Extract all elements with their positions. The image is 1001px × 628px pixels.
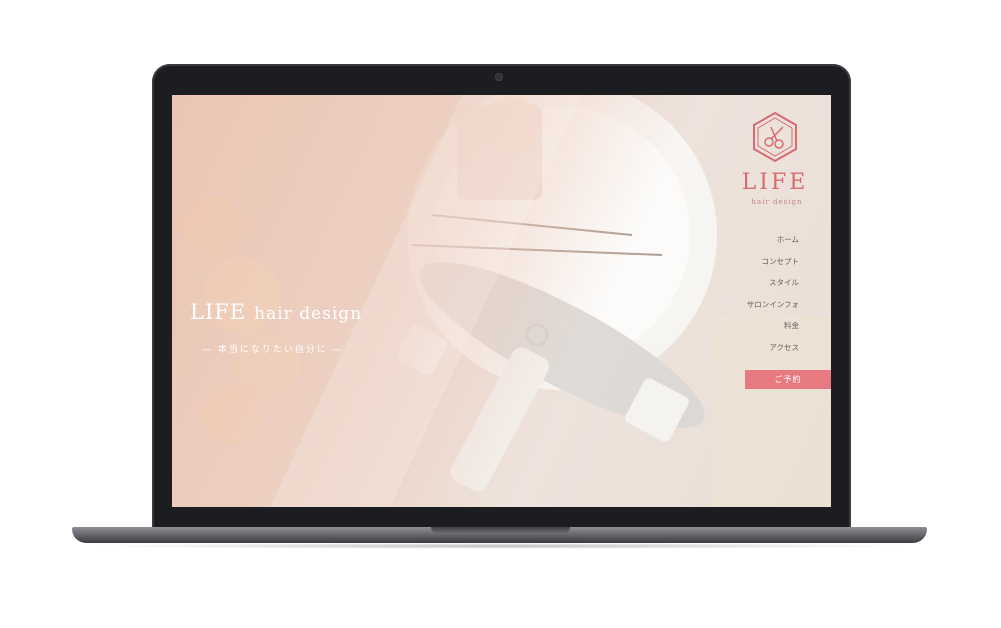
logo-tagline: hair design [751, 198, 803, 206]
nav-item-salon-info[interactable]: サロンインフォ [747, 294, 799, 316]
main-nav: ホーム コンセプト スタイル サロンインフォ 料金 アクセス [747, 229, 799, 358]
nav-item-access[interactable]: アクセス [747, 337, 799, 359]
laptop-opening-notch [431, 527, 570, 534]
hero-title-rest: hair design [254, 304, 363, 324]
website-screen: LIFE hair design — 本当になりたい自分に — LIFE hair… [172, 95, 831, 507]
hero-title-main: LIFE [190, 300, 247, 324]
sidebar: LIFE hair design ホーム コンセプト スタイル サロンインフォ … [731, 95, 831, 507]
hero-title: LIFE hair design [190, 300, 380, 324]
nav-item-home[interactable]: ホーム [747, 229, 799, 251]
logo-name[interactable]: LIFE [731, 170, 819, 195]
nav-item-concept[interactable]: コンセプト [747, 251, 800, 273]
hero-subtitle: — 本当になりたい自分に — [202, 345, 344, 355]
nav-item-style[interactable]: スタイル [747, 272, 799, 294]
nav-item-price[interactable]: 料金 [747, 315, 799, 337]
laptop-shadow [90, 543, 910, 549]
reserve-button[interactable]: ご予約 [745, 370, 831, 389]
webcam-icon [495, 73, 503, 81]
laptop-display: LIFE hair design — 本当になりたい自分に — LIFE hair… [152, 64, 851, 530]
scissors-hexagon-icon[interactable] [749, 111, 801, 163]
hero-text-block: LIFE hair design — 本当になりたい自分に — [190, 300, 380, 355]
